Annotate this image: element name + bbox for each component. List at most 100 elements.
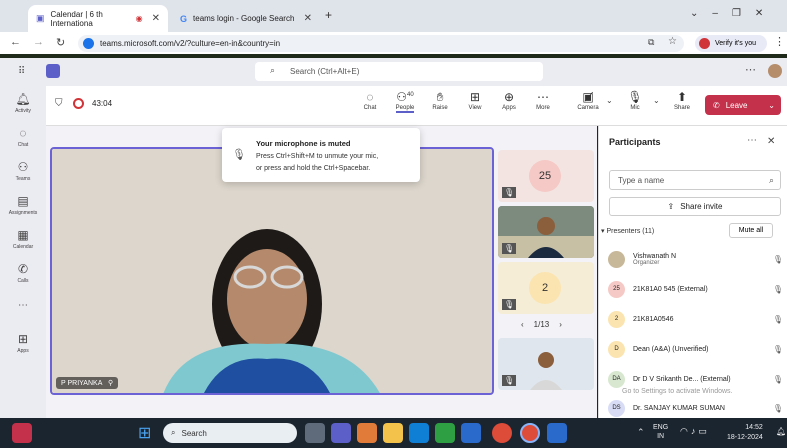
participant-row[interactable]: 25 21K81A0 545 (External) 🎙︎ <box>608 276 783 302</box>
task-view-icon[interactable] <box>305 423 325 443</box>
outlook-icon[interactable] <box>461 423 481 443</box>
next-page-icon[interactable]: › <box>559 320 562 329</box>
people-count: 40 <box>407 92 414 98</box>
speaker-video-frame <box>52 149 492 393</box>
network-volume-battery-icons[interactable]: ◠♪▭ <box>680 426 710 437</box>
windows-start-icon[interactable]: ⊞ <box>138 423 151 443</box>
close-window-button[interactable]: ✕ <box>755 8 763 19</box>
raise-hand-button[interactable]: ✋︎ Raise <box>425 90 455 111</box>
address-bar-row: ← → ↻ teams.microsoft.com/v2/?culture=en… <box>0 32 787 54</box>
site-info-icon[interactable] <box>83 38 94 49</box>
assignments-icon: ▤ <box>17 194 29 208</box>
camera-button[interactable]: ▣̸ Camera <box>573 90 603 111</box>
leave-button[interactable]: ✆ Leave ⌄ <box>705 95 781 115</box>
chrome-icon[interactable] <box>492 423 512 443</box>
browser-menu-icon[interactable]: ⋮ <box>774 35 785 48</box>
rail-item-calls[interactable]: ✆ Calls <box>0 262 46 284</box>
url-field[interactable]: teams.microsoft.com/v2/?culture=en-in&co… <box>78 35 684 52</box>
bookmark-star-icon[interactable]: ☆ <box>668 36 677 47</box>
install-app-icon[interactable]: ⧉ <box>648 37 654 48</box>
toast-line-1: Press Ctrl+Shift+M to unmute your mic, <box>256 153 379 160</box>
shield-icon[interactable]: ⛉ <box>55 98 63 109</box>
back-icon[interactable]: ← <box>10 36 21 48</box>
forward-icon[interactable]: → <box>33 36 44 48</box>
show-hidden-icons[interactable]: ⌃ <box>637 427 645 438</box>
people-button[interactable]: ⚇40 People <box>390 90 420 113</box>
edge-icon[interactable] <box>409 423 429 443</box>
panel-title: Participants <box>609 137 661 147</box>
participant-tile[interactable]: 25 🎙︎ <box>498 150 594 202</box>
rail-item-more[interactable]: ⋯ <box>0 300 46 311</box>
taskbar-search[interactable]: ⌕ Search <box>163 423 297 443</box>
main-video[interactable]: P PRIYANKA ⚲ <box>50 147 494 395</box>
apps-icon: ⊞ <box>17 332 29 346</box>
share-button[interactable]: ⬆ Share <box>667 90 697 111</box>
ctrl-label: Chat <box>363 105 377 111</box>
store-icon[interactable] <box>435 423 455 443</box>
app-launcher-icon[interactable]: ⠿ <box>18 66 25 77</box>
copilot-icon[interactable] <box>357 423 377 443</box>
mic-off-icon: 🎙︎ <box>772 344 783 354</box>
rail-label: Calendar <box>12 244 34 250</box>
participant-search-input[interactable]: Type a name ⌕ <box>609 170 781 190</box>
close-tab-icon[interactable]: ✕ <box>152 13 160 24</box>
mic-off-icon: 🎙︎ <box>502 187 517 198</box>
new-tab-button[interactable]: + <box>325 8 332 22</box>
rail-item-assignments[interactable]: ▤ Assignments <box>0 194 46 216</box>
verify-button[interactable]: Verify it's you <box>695 35 767 52</box>
taskbar-search-label: Search <box>181 428 207 438</box>
tab-calendar[interactable]: ▣ Calendar | 6 th Internationa ◉ ✕ <box>28 5 168 32</box>
share-invite-button[interactable]: ⇪ Share invite <box>609 197 781 216</box>
ctrl-label: Raise <box>432 105 448 111</box>
avatar: 2 <box>608 310 625 328</box>
chat-button[interactable]: ◌ Chat <box>355 90 385 111</box>
more-options-icon[interactable]: ⋯ <box>745 63 756 76</box>
weather-widget-icon[interactable] <box>12 423 32 443</box>
word-icon[interactable] <box>547 423 567 443</box>
mic-options-chevron-icon[interactable]: ⌄ <box>653 96 660 105</box>
maximize-button[interactable]: ❐ <box>732 8 741 19</box>
close-tab-icon[interactable]: ✕ <box>304 13 312 24</box>
presenters-header[interactable]: ▾ Presenters (11) <box>601 227 654 235</box>
close-icon[interactable]: ✕ <box>767 136 775 147</box>
participant-row[interactable]: 2 21K81A0546 🎙︎ <box>608 306 783 332</box>
participant-tile[interactable]: 2 🎙︎ <box>498 262 594 314</box>
view-button[interactable]: ⊞ View <box>460 90 490 111</box>
rail-item-calendar[interactable]: ▦ Calendar <box>0 228 46 250</box>
rail-item-teams[interactable]: ⚇ Teams <box>0 160 46 182</box>
participant-name: Dean (A&A) (Unverified) <box>633 345 709 353</box>
teams-search-input[interactable]: ⌕ Search (Ctrl+Alt+E) <box>255 62 543 81</box>
clock-time: 14:52 <box>745 424 763 431</box>
leave-options-chevron-icon[interactable]: ⌄ <box>768 101 775 110</box>
participant-name: Vishwanath N <box>633 252 677 260</box>
participant-tile[interactable]: 🎙︎ <box>498 338 594 390</box>
share-invite-label: Share invite <box>680 202 723 211</box>
user-avatar[interactable] <box>768 64 782 78</box>
tab-google[interactable]: G teams login - Google Search ✕ <box>172 5 320 32</box>
more-button[interactable]: ⋯ More <box>528 90 558 111</box>
notifications-icon[interactable]: 🔔︎ <box>776 427 786 436</box>
mic-button[interactable]: 🎙︎ Mic <box>620 90 650 111</box>
prev-page-icon[interactable]: ‹ <box>521 320 524 329</box>
apps-button[interactable]: ⊕ Apps <box>494 90 524 111</box>
camera-options-chevron-icon[interactable]: ⌄ <box>606 96 613 105</box>
bell-icon: 🔔︎ <box>15 92 31 106</box>
clock[interactable]: 14:52 18-12-2024 <box>727 423 763 443</box>
minimize-button[interactable]: – <box>712 8 718 19</box>
participant-row[interactable]: D Dean (A&A) (Unverified) 🎙︎ <box>608 336 783 362</box>
ctrl-label: People <box>395 105 415 113</box>
mute-all-button[interactable]: Mute all <box>729 223 773 238</box>
tab-search-button[interactable]: ⌄ <box>690 8 698 19</box>
rail-item-apps[interactable]: ⊞ Apps <box>0 332 46 354</box>
participant-tile[interactable]: 🎙︎ <box>498 206 594 258</box>
tile-avatar: 25 <box>529 160 561 192</box>
panel-more-icon[interactable]: ⋯ <box>747 135 757 146</box>
rail-item-chat[interactable]: ◌ Chat <box>0 126 46 148</box>
chrome-active-icon[interactable] <box>520 423 540 443</box>
reload-icon[interactable]: ↻ <box>56 36 65 49</box>
language-indicator[interactable]: ENG IN <box>653 423 668 441</box>
rail-item-activity[interactable]: 🔔︎ Activity <box>0 92 46 114</box>
participant-row[interactable]: Vishwanath N Organizer 🎙︎ <box>608 246 783 272</box>
file-explorer-icon[interactable] <box>383 423 403 443</box>
teams-taskbar-icon[interactable] <box>331 423 351 443</box>
